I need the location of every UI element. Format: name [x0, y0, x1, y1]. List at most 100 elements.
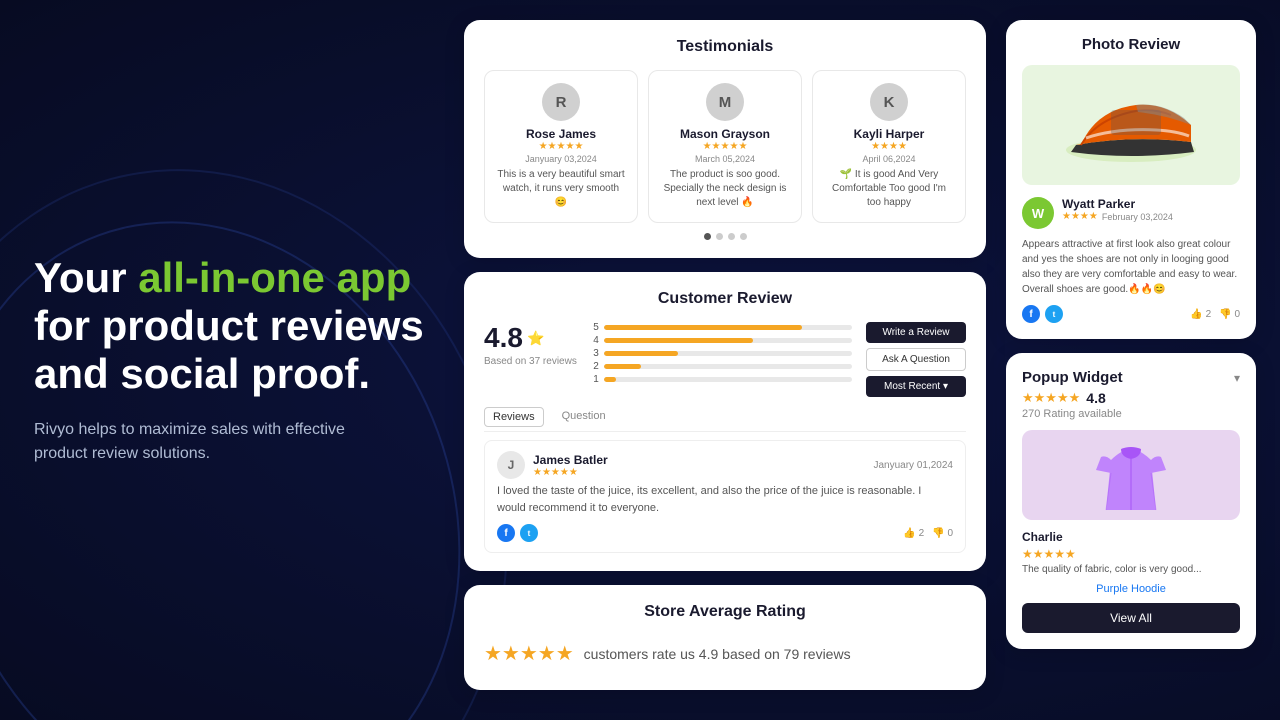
list-item: R Rose James ★★★★★ Janyuary 03,2024 This… — [484, 70, 638, 223]
testimonials-card: Testimonials R Rose James ★★★★★ Janyuary… — [464, 20, 986, 258]
rating-number: 4.8 — [484, 322, 523, 354]
bar-track — [604, 364, 852, 369]
thumbs-down-icon[interactable]: 👎 0 — [932, 528, 953, 539]
star-icon: ★★★★★ — [703, 141, 748, 152]
most-recent-button[interactable]: Most Recent ▾ — [866, 376, 966, 397]
hero-section: Your all-in-one app for product reviews … — [24, 20, 444, 700]
photo-review-title: Photo Review — [1022, 36, 1240, 53]
dot-1[interactable] — [704, 233, 711, 240]
thumbs-down-icon[interactable]: 👎 0 — [1219, 309, 1240, 320]
bar-row-3: 3 — [591, 348, 852, 359]
popup-rating-num: 4.8 — [1086, 390, 1105, 406]
photo-review-social: f t 👍 2 👎 0 — [1022, 305, 1240, 323]
hero-title-part2: for product reviews and social proof. — [34, 302, 424, 397]
twitter-icon[interactable]: t — [520, 524, 538, 542]
social-icons: f t — [1022, 305, 1063, 323]
product-image — [1022, 430, 1240, 520]
facebook-icon[interactable]: f — [1022, 305, 1040, 323]
shoe-image — [1022, 65, 1240, 185]
reviewer-date: February 03,2024 — [1102, 212, 1173, 222]
reviewer-text: Appears attractive at first look also gr… — [1022, 237, 1240, 297]
reviewer-name: Wyatt Parker — [1062, 197, 1240, 211]
social-icons: f t — [497, 524, 538, 542]
avatar: M — [706, 83, 744, 121]
star-icon: ★★★★ — [871, 141, 907, 152]
bar-track — [604, 377, 852, 382]
testimonial-name: Kayli Harper — [854, 127, 925, 141]
customer-review-card: Customer Review 4.8 ⭐ Based on 37 review… — [464, 272, 986, 571]
bar-fill — [604, 364, 641, 369]
review-date: Janyuary 01,2024 — [873, 460, 953, 471]
page-layout: Your all-in-one app for product reviews … — [0, 0, 1280, 720]
write-review-button[interactable]: Write a Review — [866, 322, 966, 343]
chevron-down-icon[interactable]: ▾ — [1234, 371, 1240, 385]
dot-3[interactable] — [728, 233, 735, 240]
star-icon: ★★★★★ — [484, 641, 574, 666]
review-social: f t 👍 2 👎 0 — [497, 524, 953, 542]
thumbs-up-icon[interactable]: 👍 2 — [903, 528, 924, 539]
testimonial-date: March 05,2024 — [695, 154, 755, 164]
dot-4[interactable] — [740, 233, 747, 240]
testimonial-text: The product is soo good. Specially the n… — [661, 168, 789, 210]
bar-fill — [604, 351, 678, 356]
bar-row-4: 4 — [591, 335, 852, 346]
popup-header: Popup Widget ▾ — [1022, 369, 1240, 386]
testimonial-date: Janyuary 03,2024 — [525, 154, 597, 164]
popup-widget-card: Popup Widget ▾ ★★★★★ 4.8 270 Rating avai… — [1006, 353, 1256, 649]
product-name: Charlie — [1022, 530, 1240, 544]
bar-row-1: 1 — [591, 374, 852, 385]
store-rating-title: Store Average Rating — [484, 603, 966, 621]
bar-fill — [604, 377, 616, 382]
view-all-button[interactable]: View All — [1022, 603, 1240, 633]
product-link[interactable]: Purple Hoodie — [1022, 583, 1240, 595]
testimonial-text: This is a very beautiful smart watch, it… — [497, 168, 625, 210]
bar-fill — [604, 325, 803, 330]
bar-track — [604, 351, 852, 356]
store-rating-card: Store Average Rating ★★★★★ customers rat… — [464, 585, 986, 690]
testimonial-date: April 06,2024 — [862, 154, 915, 164]
review-text: I loved the taste of the juice, its exce… — [497, 483, 953, 516]
star-icon: ⭐ — [527, 330, 544, 347]
star-icon: ★★★★★ — [1022, 547, 1240, 561]
hero-title-accent: all-in-one app — [138, 254, 411, 301]
store-rating-text: customers rate us 4.9 based on 79 review… — [584, 646, 851, 662]
list-item: K Kayli Harper ★★★★ April 06,2024 🌱 It i… — [812, 70, 966, 223]
twitter-icon[interactable]: t — [1045, 305, 1063, 323]
avatar: K — [870, 83, 908, 121]
bar-track — [604, 325, 852, 330]
testimonial-text: 🌱 It is good And Very Comfortable Too go… — [825, 168, 953, 210]
star-icon: ★★★★★ — [539, 141, 584, 152]
vote-row: 👍 2 👎 0 — [1190, 309, 1240, 320]
popup-widget-title: Popup Widget — [1022, 369, 1123, 386]
tab-question[interactable]: Question — [554, 407, 614, 427]
bar-row-5: 5 — [591, 322, 852, 333]
star-icon: ★★★★★ — [533, 467, 608, 478]
bar-fill — [604, 338, 753, 343]
reviewer-name: James Batler — [533, 453, 608, 467]
rating-summary: 4.8 ⭐ Based on 37 reviews — [484, 322, 577, 397]
facebook-icon[interactable]: f — [497, 524, 515, 542]
review-entry: J James Batler ★★★★★ Janyuary 01,2024 I … — [484, 440, 966, 553]
avatar: W — [1022, 197, 1054, 229]
right-panel: Photo Review — [1006, 20, 1256, 700]
review-tabs: Reviews Question — [484, 407, 966, 432]
hero-title-part1: Your — [34, 254, 138, 301]
dot-2[interactable] — [716, 233, 723, 240]
hero-title: Your all-in-one app for product reviews … — [34, 254, 434, 399]
hoodie-illustration — [1091, 435, 1171, 515]
rating-bars: 5 4 3 2 1 — [591, 322, 852, 397]
customer-review-title: Customer Review — [484, 290, 966, 308]
testimonial-name: Rose James — [526, 127, 596, 141]
product-description: The quality of fabric, color is very goo… — [1022, 564, 1240, 575]
star-icon: ★★★★★ — [1022, 390, 1080, 406]
reviewer-info: Wyatt Parker ★★★★ February 03,2024 — [1062, 197, 1240, 222]
testimonials-title: Testimonials — [484, 38, 966, 56]
review-user-row: J James Batler ★★★★★ Janyuary 01,2024 — [497, 451, 953, 479]
bar-track — [604, 338, 852, 343]
review-body: 4.8 ⭐ Based on 37 reviews 5 4 3 — [484, 322, 966, 397]
thumbs-up-icon[interactable]: 👍 2 — [1190, 309, 1211, 320]
testimonial-name: Mason Grayson — [680, 127, 770, 141]
ask-question-button[interactable]: Ask A Question — [866, 348, 966, 371]
tab-reviews[interactable]: Reviews — [484, 407, 544, 427]
review-actions: Write a Review Ask A Question Most Recen… — [866, 322, 966, 397]
